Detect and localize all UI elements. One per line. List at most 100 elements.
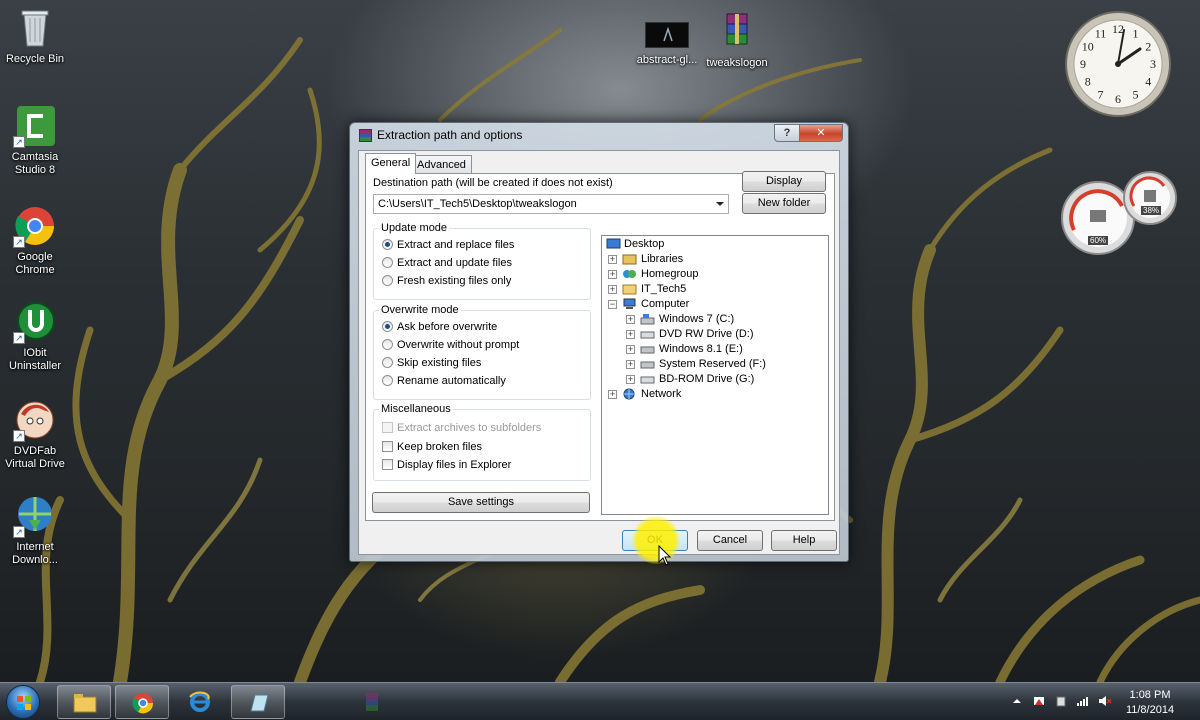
taskbar-explorer[interactable] (57, 685, 111, 719)
new-folder-button[interactable]: New folder (742, 193, 826, 214)
radio-skip-existing[interactable]: Skip existing files (382, 357, 481, 369)
drive-icon (640, 346, 655, 354)
desktop-icon-camtasia[interactable]: ↗ Camtasia Studio 8 (0, 104, 70, 177)
dvd-drive-icon (640, 331, 655, 339)
network-signal-icon[interactable] (1076, 695, 1090, 707)
cursor-highlight (632, 516, 680, 564)
radio-extract-update[interactable]: Extract and update files (382, 257, 512, 269)
checkbox-icon[interactable] (382, 459, 393, 470)
tree-item-label: Computer (641, 298, 690, 310)
expand-icon[interactable]: + (626, 360, 635, 369)
taskbar-chrome[interactable] (115, 685, 169, 719)
winrar-app-icon (359, 129, 372, 142)
radio-overwrite-without-prompt[interactable]: Overwrite without prompt (382, 339, 519, 351)
shortcut-arrow-icon: ↗ (13, 332, 25, 344)
chrome-icon (132, 693, 154, 714)
radio-fresh-existing[interactable]: Fresh existing files only (382, 275, 511, 287)
radio-rename-automatically[interactable]: Rename automatically (382, 375, 506, 387)
chrome-icon: ↗ (13, 204, 57, 248)
clock-numeral: 3 (1150, 57, 1156, 71)
destination-path-combobox[interactable]: C:\Users\IT_Tech5\Desktop\tweakslogon (373, 194, 729, 214)
shortcut-arrow-icon: ↗ (13, 430, 25, 442)
collapse-icon[interactable]: − (608, 300, 617, 309)
radio-icon[interactable] (382, 339, 393, 350)
tree-item-label: System Reserved (F:) (659, 358, 766, 370)
taskbar-winrar[interactable] (345, 685, 399, 719)
taskbar-internet-explorer[interactable] (173, 685, 227, 719)
desktop-icon-label: Internet Downlo... (12, 541, 58, 566)
system-clock[interactable]: 1:08 PM 11/8/2014 (1122, 688, 1178, 718)
chevron-down-icon[interactable] (716, 202, 724, 206)
internet-explorer-icon (189, 691, 210, 712)
volume-muted-icon[interactable] (1098, 695, 1112, 707)
desktop-icon-label: IObit Uninstaller (9, 347, 61, 372)
desktop-icon-iobit[interactable]: ↗ IObit Uninstaller (0, 300, 70, 373)
winrar-icon (366, 693, 378, 711)
show-hidden-icons-icon[interactable] (1010, 695, 1024, 707)
dialog-title: Extraction path and options (377, 128, 523, 142)
desktop-icon-recycle-bin[interactable]: Recycle Bin (0, 6, 70, 66)
expand-icon[interactable]: + (608, 255, 617, 264)
device-icon[interactable] (1054, 695, 1068, 707)
desktop-icon-internet-download[interactable]: ↗ Internet Downlo... (0, 494, 70, 567)
expand-icon[interactable]: + (626, 315, 635, 324)
radio-ask-before-overwrite[interactable]: Ask before overwrite (382, 321, 497, 333)
tab-advanced[interactable]: Advanced (411, 155, 472, 174)
radio-label: Skip existing files (397, 357, 482, 369)
save-settings-button[interactable]: Save settings (372, 492, 590, 513)
overwrite-mode-title: Overwrite mode (379, 304, 461, 316)
dialog-titlebar[interactable]: Extraction path and options ? ✕ (350, 123, 848, 147)
expand-icon[interactable]: + (626, 345, 635, 354)
clock-gadget[interactable]: 12 1 2 3 4 5 6 7 8 9 10 11 (1064, 6, 1174, 122)
dvdfab-icon: ↗ (13, 398, 57, 442)
desktop-icon-label: tweakslogon (706, 57, 768, 69)
start-button[interactable] (6, 685, 40, 719)
desktop-icon-label: Camtasia Studio 8 (11, 151, 59, 176)
desktop-icon (606, 238, 621, 249)
mouse-pointer-icon (658, 545, 672, 566)
radio-icon[interactable] (382, 375, 393, 386)
expand-icon[interactable]: + (608, 285, 617, 294)
clock-numeral: 5 (1133, 87, 1139, 101)
checkbox-icon[interactable] (382, 441, 393, 452)
display-button[interactable]: Display (742, 171, 826, 192)
checkbox-keep-broken-files[interactable]: Keep broken files (382, 441, 482, 453)
checkbox-icon (382, 422, 393, 433)
folder-tree[interactable]: Desktop + Libraries + Homegroup + IT_Tec… (601, 235, 829, 515)
desktop-icon-chrome[interactable]: ↗ Google Chrome (0, 204, 70, 277)
notepad-icon (250, 694, 269, 712)
desktop-icon-label: DVDFab Virtual Drive (5, 445, 65, 470)
radio-icon[interactable] (382, 275, 393, 286)
clock-numeral: 7 (1098, 87, 1104, 101)
taskbar-app[interactable] (231, 685, 285, 719)
drive-icon (640, 314, 655, 325)
network-icon (623, 388, 635, 400)
titlebar-help-button[interactable]: ? (774, 124, 800, 142)
tree-item-label: Windows 8.1 (E:) (659, 343, 743, 355)
expand-icon[interactable]: + (626, 330, 635, 339)
radio-extract-replace[interactable]: Extract and replace files (382, 239, 514, 251)
titlebar-close-button[interactable]: ✕ (799, 124, 843, 142)
drive-icon (640, 361, 655, 369)
radio-label: Ask before overwrite (397, 321, 498, 333)
action-center-icon[interactable] (1032, 695, 1046, 707)
radio-icon[interactable] (382, 257, 393, 268)
expand-icon[interactable]: + (608, 390, 617, 399)
help-button[interactable]: Help (771, 530, 837, 551)
desktop-icon-dvdfab[interactable]: ↗ DVDFab Virtual Drive (0, 398, 70, 471)
expand-icon[interactable]: + (608, 270, 617, 279)
radio-icon[interactable] (382, 357, 393, 368)
checkbox-label: Extract archives to subfolders (397, 422, 542, 434)
clock-numeral: 1 (1133, 27, 1139, 41)
cpu-meter-gadget[interactable]: 60% 38% (1060, 170, 1178, 256)
desktop-icon-tweakslogon[interactable]: tweakslogon (702, 10, 772, 70)
radio-selected-icon[interactable] (382, 239, 393, 250)
checkbox-display-in-explorer[interactable]: Display files in Explorer (382, 459, 511, 471)
tab-general[interactable]: General (365, 153, 417, 174)
clock-numeral: 11 (1095, 27, 1107, 41)
desktop-icon-abstract-gl[interactable]: abstract-gl... (632, 22, 702, 67)
expand-icon[interactable]: + (626, 375, 635, 384)
cancel-button[interactable]: Cancel (697, 530, 763, 551)
clock-numeral: 4 (1145, 75, 1151, 89)
radio-selected-icon[interactable] (382, 321, 393, 332)
